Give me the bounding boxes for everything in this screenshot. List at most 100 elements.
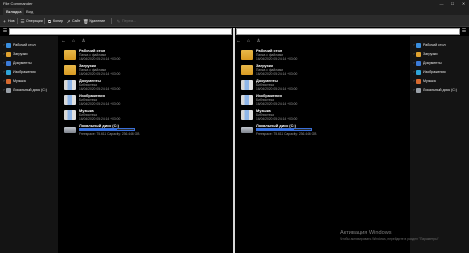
right-menu-icon[interactable]: ☰: [461, 28, 467, 35]
operations-button[interactable]: ☰ Операции: [20, 17, 42, 25]
drive-icon: [64, 127, 76, 133]
downloads-icon: [6, 51, 11, 57]
user-icon[interactable]: ♙: [255, 37, 262, 44]
sidebar-item[interactable]: › Музыка: [2, 77, 26, 85]
library-icon: [241, 95, 253, 105]
list-item[interactable]: Музыка Библиотека 16/04/2020 05:24:14 +03:…: [241, 108, 391, 123]
sidebar-item[interactable]: › Локальный диск (C:): [412, 86, 457, 94]
home-icon[interactable]: ⌂: [70, 37, 77, 44]
sidebar-item-label: Локальный диск (C:): [13, 88, 48, 92]
list-item[interactable]: Документы Библиотека 16/04/2020 05:24:14 +…: [241, 78, 391, 93]
desktop-icon: [416, 42, 421, 48]
delete-button[interactable]: 🗑 Удаление: [83, 17, 105, 25]
drive-icon: [241, 127, 253, 133]
drive-icon: [6, 87, 11, 93]
list-item[interactable]: Рабочий стол Папка с файлами 16/04/2020 05…: [64, 48, 214, 63]
drive-icon: [416, 87, 421, 93]
home-icon[interactable]: ⌂: [245, 37, 252, 44]
pictures-icon: [6, 69, 11, 75]
sidebar-item[interactable]: › Загрузки: [2, 50, 27, 58]
right-pane: ← ⌂ ♙ Рабочий стол Папка с файлами 16/04/2…: [235, 36, 410, 253]
minimize-icon[interactable]: —: [436, 0, 447, 7]
list-item[interactable]: Изображения Библиотека 16/04/2020 05:24:14…: [241, 93, 391, 108]
left-menu-icon[interactable]: ☰: [2, 28, 8, 35]
sidebar-item[interactable]: › Документы: [412, 59, 442, 67]
tab-view[interactable]: Вид: [23, 8, 36, 15]
library-icon: [64, 95, 76, 105]
library-icon: [64, 80, 76, 90]
site-button[interactable]: ↗ Сайт: [66, 17, 81, 25]
sidebar-item-label: Документы: [423, 61, 442, 65]
sidebar-item[interactable]: › Локальный диск (C:): [2, 86, 47, 94]
music-icon: [416, 78, 421, 84]
list-item[interactable]: Музыка Библиотека 16/04/2020 05:24:14 +03:…: [64, 108, 214, 123]
desktop-folder-icon: [241, 50, 253, 60]
list-item[interactable]: Локальный диск (C:) Freespace: 75.611 Cap…: [241, 123, 391, 138]
sidebar-item-label: Изображения: [423, 70, 446, 74]
window-title: File Commander: [3, 1, 33, 6]
item-date: 16/04/2020 05:24:14 +03:00: [79, 72, 121, 76]
downloads-icon: [416, 51, 421, 57]
pencil-icon: ✎: [116, 18, 121, 24]
maximize-icon[interactable]: ☐: [447, 0, 458, 7]
watermark-title: Активация Windows: [340, 230, 392, 236]
right-sidebar: › Рабочий стол › Загрузки › Документы › Изображ…: [410, 36, 469, 253]
item-date: 16/04/2020 05:24:14 +03:00: [256, 117, 298, 121]
share-icon: ↗: [66, 18, 71, 24]
copy-button[interactable]: ⧉ Копир: [47, 17, 63, 25]
drive-usage-fill: [257, 129, 294, 130]
new-button-label: Нов: [8, 19, 15, 23]
back-icon[interactable]: ←: [235, 37, 242, 44]
sidebar-item-label: Музыка: [423, 79, 436, 83]
list-item[interactable]: Загрузки Папка с файлами 16/04/2020 05:24:…: [241, 63, 391, 78]
list-item[interactable]: Локальный диск (C:) Freespace: 75.611 Cap…: [64, 123, 214, 138]
music-icon: [6, 78, 11, 84]
sidebar-item[interactable]: › Рабочий стол: [412, 41, 446, 49]
sidebar-item-label: Документы: [13, 61, 32, 65]
close-icon[interactable]: ✕: [458, 0, 469, 7]
sidebar-item[interactable]: › Изображения: [412, 68, 446, 76]
sidebar-item[interactable]: › Изображения: [2, 68, 36, 76]
sidebar-item[interactable]: › Загрузки: [412, 50, 437, 58]
sidebar-item-label: Загрузки: [423, 52, 438, 56]
list-item[interactable]: Рабочий стол Папка с файлами 16/04/2020 05…: [241, 48, 391, 63]
toolbar-separator: [44, 18, 45, 24]
site-button-label: Сайт: [72, 19, 81, 23]
left-pane: ← ⌂ ♙ Рабочий стол Папка с файлами 16/04/2…: [58, 36, 233, 253]
list-item[interactable]: Загрузки Папка с файлами 16/04/2020 05:24:…: [64, 63, 214, 78]
plus-icon: +: [3, 18, 6, 24]
documents-icon: [416, 60, 421, 66]
item-date: 16/04/2020 05:24:14 +03:00: [256, 102, 298, 106]
tab-home[interactable]: Вкладка: [3, 8, 25, 15]
left-sidebar: › Рабочий стол › Загрузки › Документы › Изображ…: [0, 36, 58, 253]
title-bar: File Commander — ☐ ✕: [0, 0, 469, 7]
list-item[interactable]: Документы Библиотека 16/04/2020 05:24:14 +…: [64, 78, 214, 93]
sidebar-item-label: Изображения: [13, 70, 36, 74]
list-item[interactable]: Изображения Библиотека 16/04/2020 05:24:14…: [64, 93, 214, 108]
downloads-folder-icon: [241, 65, 253, 75]
sidebar-item[interactable]: › Музыка: [412, 77, 436, 85]
item-date: 16/04/2020 05:24:14 +03:00: [79, 57, 121, 61]
new-button[interactable]: + Нов: [2, 17, 15, 25]
back-icon[interactable]: ←: [60, 37, 67, 44]
downloads-folder-icon: [64, 65, 76, 75]
right-path-input[interactable]: [236, 28, 460, 35]
copy-button-label: Копир: [53, 19, 64, 23]
sidebar-item[interactable]: › Рабочий стол: [2, 41, 36, 49]
item-date: 16/04/2020 05:24:14 +03:00: [79, 102, 121, 106]
library-icon: [64, 110, 76, 120]
rename-button[interactable]: ✎ Перем...: [116, 17, 136, 25]
library-icon: [241, 80, 253, 90]
drive-usage-fill: [80, 129, 117, 130]
left-path-input[interactable]: [9, 28, 232, 35]
delete-button-label: Удаление: [89, 19, 106, 23]
rename-button-label: Перем...: [122, 19, 137, 23]
sidebar-item[interactable]: › Документы: [2, 59, 32, 67]
user-icon[interactable]: ♙: [80, 37, 87, 44]
pictures-icon: [416, 69, 421, 75]
sidebar-item-label: Локальный диск (C:): [423, 88, 458, 92]
activation-watermark: Активация Windows Чтобы активировать Win…: [340, 230, 460, 241]
item-date: 16/04/2020 05:24:14 +03:00: [256, 72, 298, 76]
drive-usage-bar: [79, 128, 135, 131]
item-date: 16/04/2020 05:24:14 +03:00: [79, 87, 121, 91]
